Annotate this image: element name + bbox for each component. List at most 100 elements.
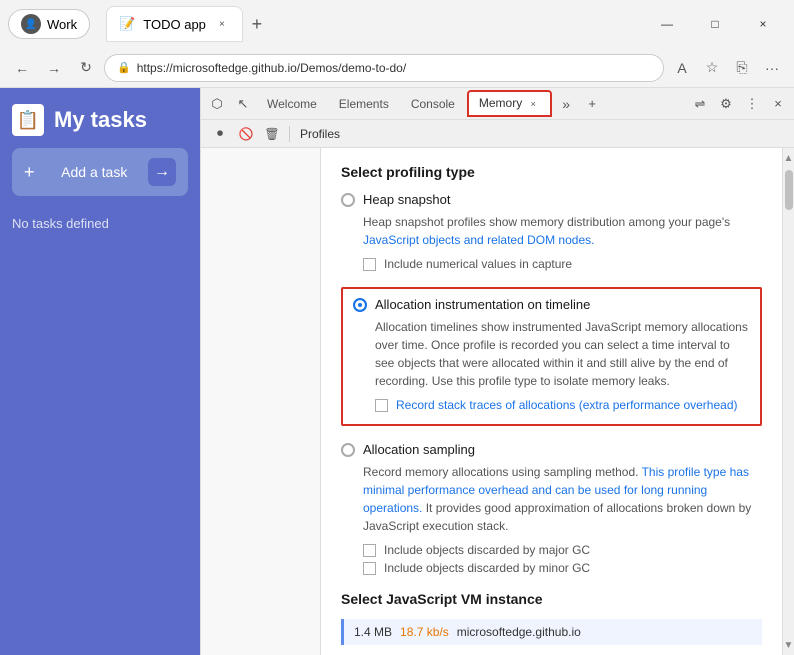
heap-desc-link: JavaScript objects and related DOM nodes… bbox=[363, 233, 594, 247]
vm-rate: 18.7 kb/s bbox=[400, 625, 449, 639]
tab-elements[interactable]: Elements bbox=[329, 93, 399, 115]
devtools-tabs-bar: ⬡ ↖ Welcome Elements Console Memory × » +… bbox=[201, 88, 794, 120]
memory-tab-label: Memory bbox=[479, 96, 522, 110]
maximize-button[interactable]: □ bbox=[692, 8, 738, 40]
scroll-down-arrow[interactable]: ▼ bbox=[783, 637, 794, 653]
allocation-timeline-radio[interactable] bbox=[353, 298, 367, 312]
add-tab-button[interactable]: + bbox=[580, 92, 604, 116]
delete-button[interactable]: 🗑 bbox=[261, 123, 283, 145]
heap-desc-text: Heap snapshot profiles show memory distr… bbox=[363, 215, 730, 229]
memory-tab-close-icon[interactable]: × bbox=[526, 97, 540, 111]
include-numerical-row: Include numerical values in capture bbox=[363, 257, 762, 271]
allocation-timeline-option: Allocation instrumentation on timeline A… bbox=[341, 287, 762, 426]
app-icon: 📋 bbox=[12, 104, 44, 136]
profile-label: Work bbox=[47, 17, 77, 32]
minimize-button[interactable]: — bbox=[644, 8, 690, 40]
include-numerical-checkbox[interactable] bbox=[363, 258, 376, 271]
address-input[interactable]: 🔒 https://microsoftedge.github.io/Demos/… bbox=[104, 54, 664, 82]
close-button[interactable]: × bbox=[740, 8, 786, 40]
devtools-settings-icon[interactable]: ⚙ bbox=[714, 92, 738, 116]
vm-url: microsoftedge.github.io bbox=[457, 625, 581, 639]
devtools-panel: ⬡ ↖ Welcome Elements Console Memory × » +… bbox=[200, 88, 794, 655]
heap-snapshot-label[interactable]: Heap snapshot bbox=[363, 192, 450, 207]
window-controls: — □ × bbox=[644, 8, 786, 40]
js-vm-title: Select JavaScript VM instance bbox=[341, 591, 762, 607]
profile-icon: 👤 bbox=[21, 14, 41, 34]
sampling-desc2: It provides good approximation of alloca… bbox=[363, 501, 751, 533]
no-tasks-text: No tasks defined bbox=[12, 216, 188, 231]
more-tabs-button[interactable]: » bbox=[554, 92, 578, 116]
record-stack-label[interactable]: Record stack traces of allocations (extr… bbox=[396, 398, 738, 412]
browser-tab[interactable]: 📝 TODO app × bbox=[106, 6, 243, 42]
address-bar: ← → ↻ 🔒 https://microsoftedge.github.io/… bbox=[0, 48, 794, 88]
profiles-panel bbox=[201, 148, 321, 655]
devtools-body: Select profiling type Heap snapshot Heap… bbox=[201, 148, 794, 655]
include-major-gc-label[interactable]: Include objects discarded by major GC bbox=[384, 543, 590, 557]
record-button[interactable]: ⏺ bbox=[209, 123, 231, 145]
devtools-close-button[interactable]: × bbox=[766, 92, 790, 116]
profile-button[interactable]: 👤 Work bbox=[8, 9, 90, 39]
tab-close-button[interactable]: × bbox=[214, 16, 230, 32]
forward-button[interactable]: → bbox=[40, 54, 68, 82]
tab-console[interactable]: Console bbox=[401, 93, 465, 115]
app-sidebar: 📋 My tasks + Add a task → No tasks defin… bbox=[0, 88, 200, 655]
record-stack-row: Record stack traces of allocations (extr… bbox=[375, 398, 750, 412]
allocation-timeline-desc: Allocation timelines show instrumented J… bbox=[375, 318, 750, 390]
clear-button[interactable]: 🚫 bbox=[235, 123, 257, 145]
scroll-thumb[interactable] bbox=[785, 170, 793, 210]
vm-size: 1.4 MB bbox=[354, 625, 392, 639]
js-vm-section: Select JavaScript VM instance 1.4 MB 18.… bbox=[341, 591, 762, 645]
add-task-plus-icon: + bbox=[24, 162, 35, 183]
add-task-label: Add a task bbox=[61, 164, 127, 180]
devtools-device-icon[interactable]: ⬡ bbox=[205, 92, 229, 116]
vm-instance-row[interactable]: 1.4 MB 18.7 kb/s microsoftedge.github.io bbox=[341, 619, 762, 645]
profiles-label: Profiles bbox=[300, 127, 340, 141]
dock-icon[interactable]: ⇌ bbox=[688, 92, 712, 116]
scroll-up-arrow[interactable]: ▲ bbox=[783, 150, 794, 166]
refresh-button[interactable]: ↻ bbox=[72, 54, 100, 82]
heap-snapshot-option: Heap snapshot Heap snapshot profiles sho… bbox=[341, 192, 762, 271]
allocation-timeline-label[interactable]: Allocation instrumentation on timeline bbox=[375, 297, 590, 312]
app-title: 📋 My tasks bbox=[12, 104, 188, 136]
heap-snapshot-header: Heap snapshot bbox=[341, 192, 762, 207]
include-minor-gc-row: Include objects discarded by minor GC bbox=[363, 561, 762, 575]
allocation-sampling-header: Allocation sampling bbox=[341, 442, 762, 457]
heap-snapshot-radio[interactable] bbox=[341, 193, 355, 207]
profiles-header bbox=[201, 152, 320, 160]
include-minor-gc-checkbox[interactable] bbox=[363, 562, 376, 575]
add-task-button[interactable]: + Add a task → bbox=[12, 148, 188, 196]
tab-welcome[interactable]: Welcome bbox=[257, 93, 327, 115]
devtools-toolbar: ⏺ 🚫 🗑 Profiles bbox=[201, 120, 794, 148]
back-button[interactable]: ← bbox=[8, 54, 36, 82]
favorites-button[interactable]: ☆ bbox=[698, 54, 726, 82]
settings-button[interactable]: ··· bbox=[758, 54, 786, 82]
include-minor-gc-label[interactable]: Include objects discarded by minor GC bbox=[384, 561, 590, 575]
share-button[interactable]: ⎘ bbox=[728, 54, 756, 82]
add-task-arrow-icon: → bbox=[148, 158, 176, 186]
include-major-gc-checkbox[interactable] bbox=[363, 544, 376, 557]
include-major-gc-row: Include objects discarded by major GC bbox=[363, 543, 762, 557]
select-profiling-title: Select profiling type bbox=[341, 164, 762, 180]
allocation-sampling-label[interactable]: Allocation sampling bbox=[363, 442, 475, 457]
url-text: https://microsoftedge.github.io/Demos/de… bbox=[137, 61, 406, 75]
devtools-right-icons: ⇌ ⚙ ⋮ × bbox=[688, 92, 790, 116]
record-stack-checkbox[interactable] bbox=[375, 399, 388, 412]
sampling-desc1: Record memory allocations using sampling… bbox=[363, 465, 642, 479]
new-tab-button[interactable]: + bbox=[243, 10, 271, 38]
devtools-cursor-icon[interactable]: ↖ bbox=[231, 92, 255, 116]
heap-snapshot-desc: Heap snapshot profiles show memory distr… bbox=[363, 213, 762, 249]
devtools-scrollbar[interactable]: ▲ ▼ bbox=[782, 148, 794, 655]
allocation-sampling-radio[interactable] bbox=[341, 443, 355, 457]
tab-memory[interactable]: Memory × bbox=[467, 90, 552, 117]
lock-icon: 🔒 bbox=[117, 61, 131, 74]
allocation-timeline-header: Allocation instrumentation on timeline bbox=[353, 297, 750, 312]
title-bar: 👤 Work 📝 TODO app × + — □ × bbox=[0, 0, 794, 48]
include-numerical-label[interactable]: Include numerical values in capture bbox=[384, 257, 572, 271]
app-title-text: My tasks bbox=[54, 107, 147, 133]
main-layout: 📋 My tasks + Add a task → No tasks defin… bbox=[0, 88, 794, 655]
allocation-sampling-desc: Record memory allocations using sampling… bbox=[363, 463, 762, 535]
content-area[interactable]: Select profiling type Heap snapshot Heap… bbox=[321, 148, 782, 655]
read-aloud-button[interactable]: A bbox=[668, 54, 696, 82]
devtools-more-options-icon[interactable]: ⋮ bbox=[740, 92, 764, 116]
toolbar-divider bbox=[289, 126, 290, 142]
